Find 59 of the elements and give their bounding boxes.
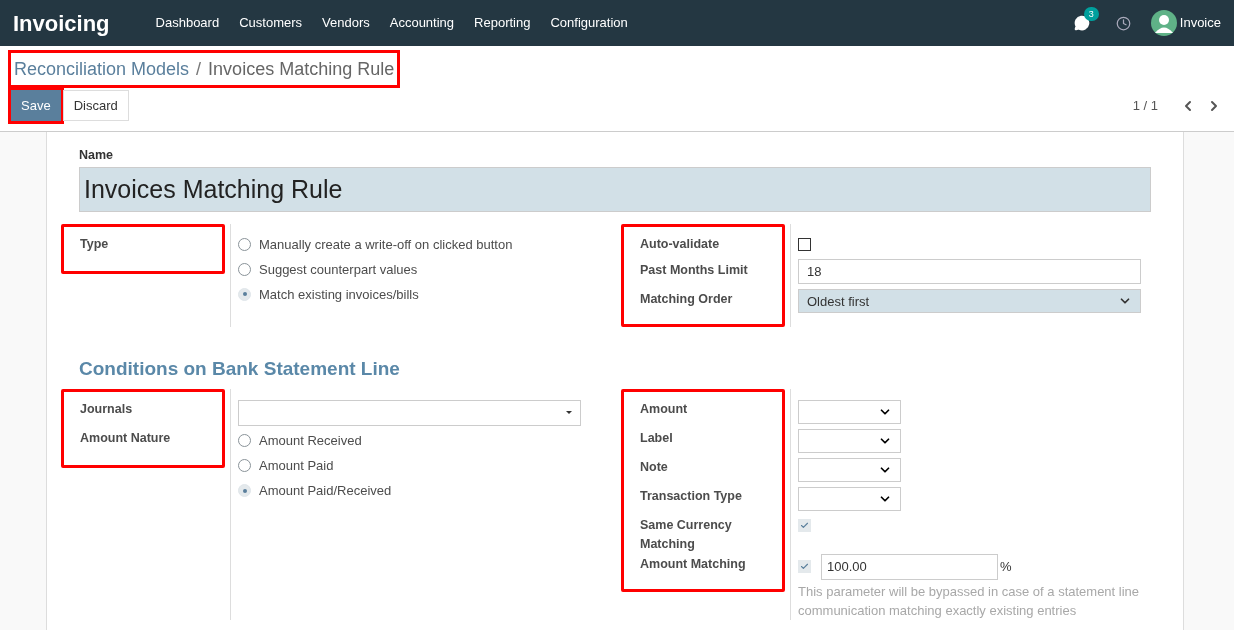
breadcrumb-link[interactable]: Reconciliation Models (14, 55, 190, 83)
field-label: Past Months Limit (640, 261, 749, 279)
select-field[interactable] (798, 457, 901, 482)
save-button[interactable]: Save (11, 90, 61, 121)
pager-counter: 1 / 1 (1132, 96, 1158, 115)
select-field[interactable] (798, 399, 901, 424)
menu-item[interactable]: Configuration (550, 13, 628, 33)
menu-item[interactable]: Vendors (322, 13, 370, 33)
percent-suffix: % (1000, 558, 1012, 576)
menu-item[interactable]: Customers (239, 13, 303, 33)
checkbox[interactable] (798, 519, 811, 533)
field-label: Name (79, 147, 115, 164)
field-label: Note (640, 459, 669, 477)
field-label: Same Currency Matching (640, 517, 733, 554)
radio-label: Suggest counterpart values (259, 260, 418, 279)
radio-label: Amount Paid/Received (259, 482, 392, 500)
radio-label: Manually create a write-off on clicked button (259, 235, 513, 254)
discard-button[interactable]: Discard (62, 90, 129, 121)
check-icon (800, 562, 809, 572)
text-input[interactable]: 18 (798, 259, 1141, 285)
chat-icon[interactable] (1073, 15, 1090, 31)
breadcrumb-current: Invoices Matching Rule (208, 57, 395, 81)
caret-icon (566, 411, 572, 415)
app-name[interactable]: Invoicing (13, 6, 110, 40)
radio-label: Amount Received (259, 432, 362, 450)
select-field[interactable]: Oldest first (798, 289, 1141, 314)
radio-button[interactable] (238, 434, 251, 448)
select-field[interactable] (798, 486, 901, 511)
field-label: Label (640, 430, 674, 448)
menu-item[interactable]: Reporting (474, 13, 531, 33)
select-field[interactable] (798, 428, 901, 453)
user-name[interactable]: Invoice (1179, 13, 1221, 33)
checkbox[interactable] (798, 560, 811, 574)
check-icon (800, 521, 809, 531)
avatar-icon[interactable] (1150, 10, 1177, 36)
clock-icon[interactable] (1115, 15, 1131, 31)
radio-button[interactable] (238, 262, 251, 276)
section-title: Conditions on Bank Statement Line (78, 356, 401, 381)
help-text: This parameter will be bypassed in case of a statement line communication matching exactly existing entries (798, 583, 1141, 621)
menu-item[interactable]: Dashboard (155, 13, 220, 33)
checkbox[interactable] (798, 237, 811, 251)
text-input[interactable]: 100.00 (821, 553, 998, 580)
radio-label: Amount Paid (259, 457, 334, 475)
field-label: Amount (640, 401, 689, 419)
field-label: Amount Matching (640, 556, 747, 574)
field-label: Auto-validate (640, 235, 721, 253)
select-field[interactable] (238, 399, 581, 426)
field-label: Matching Order (640, 290, 734, 308)
field-label: Journals (80, 401, 134, 419)
radio-button[interactable] (238, 237, 251, 251)
field-label: Type (80, 235, 110, 253)
radio-label: Match existing invoices/bills (259, 285, 419, 304)
name-input[interactable]: Invoices Matching Rule (79, 166, 1151, 212)
menu-item[interactable]: Accounting (389, 13, 455, 33)
radio-button[interactable] (238, 459, 251, 473)
field-label: Transaction Type (640, 488, 743, 506)
field-label: Amount Nature (80, 430, 172, 448)
notification-badge: 3 (1083, 7, 1099, 21)
breadcrumb-separator: / (196, 57, 202, 81)
